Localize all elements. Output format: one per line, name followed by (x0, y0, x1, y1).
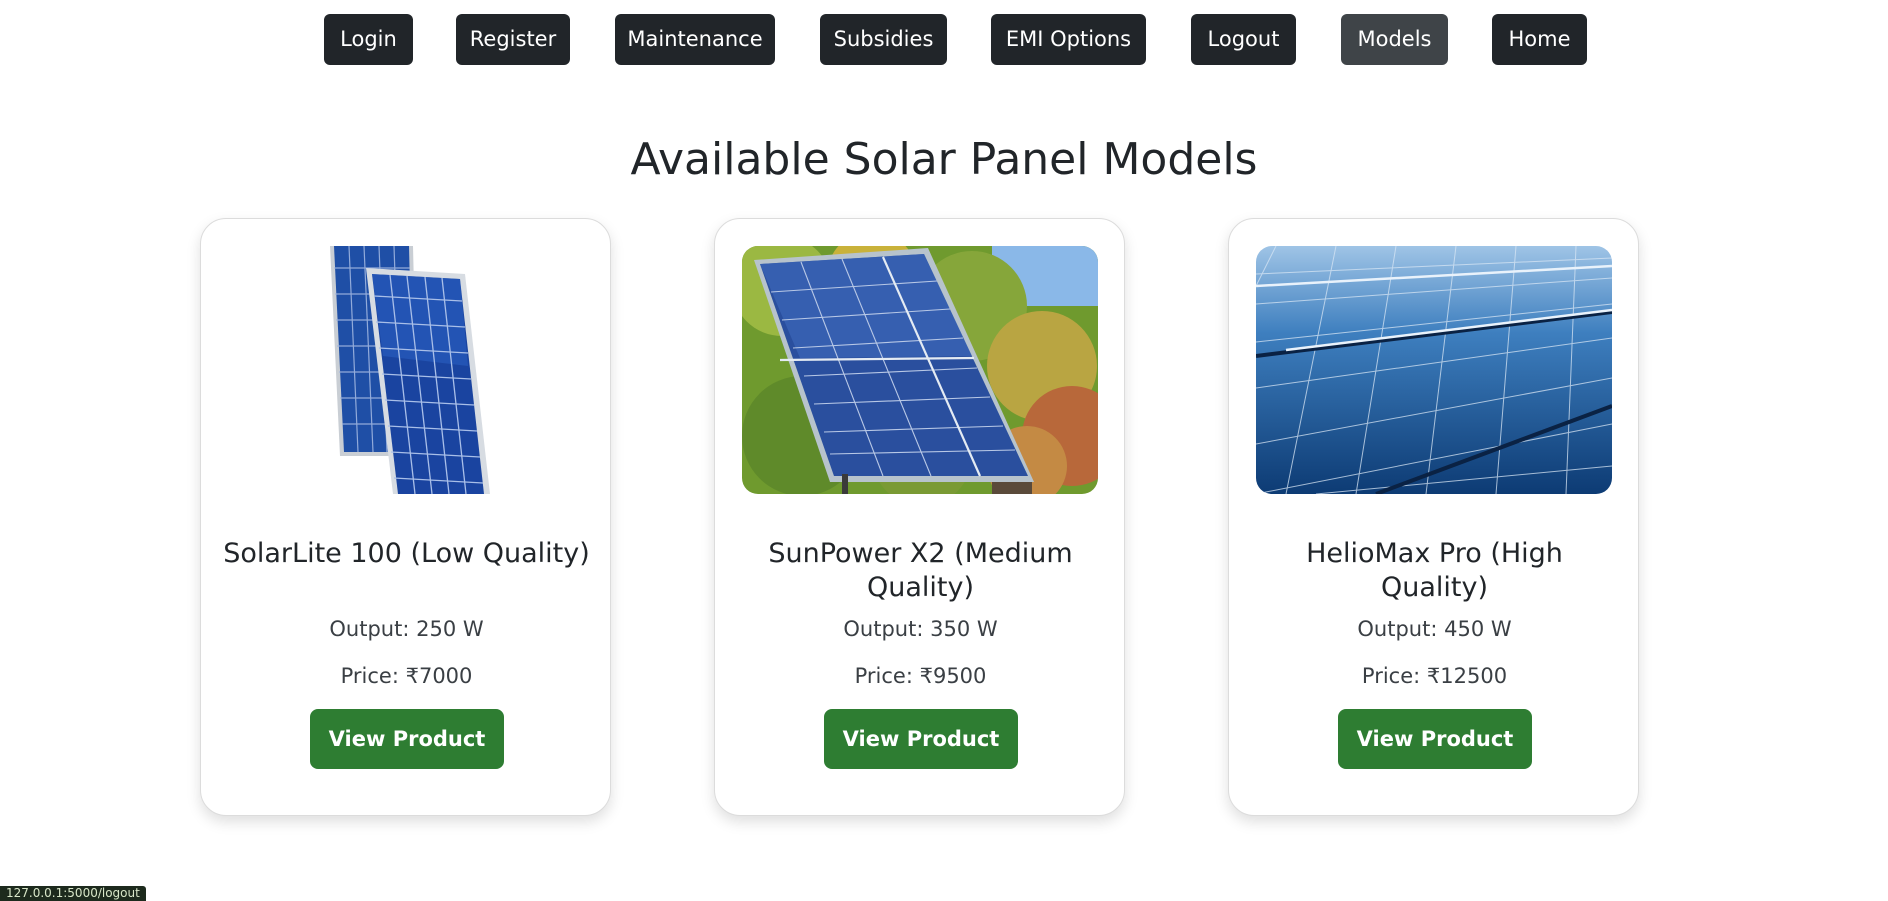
view-product-button[interactable]: View Product (824, 709, 1018, 769)
solar-panel-closeup-icon (1256, 246, 1612, 494)
solar-panel-forest-image (742, 246, 1098, 494)
nav-models-button[interactable]: Models (1341, 14, 1448, 65)
nav-register-button[interactable]: Register (456, 14, 570, 65)
nav-maintenance-button[interactable]: Maintenance (615, 14, 775, 65)
nav-subsidies-button[interactable]: Subsidies (820, 14, 947, 65)
product-price: Price: ₹9500 (715, 662, 1126, 690)
output-value: 450 W (1444, 617, 1512, 641)
nav-logout-button[interactable]: Logout (1191, 14, 1296, 65)
output-label: Output: (1357, 617, 1438, 641)
price-value: ₹7000 (405, 664, 473, 688)
top-nav: Login Register Maintenance Subsidies EMI… (0, 14, 1888, 65)
view-product-button[interactable]: View Product (1338, 709, 1532, 769)
product-output: Output: 250 W (201, 615, 612, 643)
price-value: ₹9500 (919, 664, 987, 688)
price-label: Price: (854, 664, 913, 688)
product-name: HelioMax Pro (High Quality) (1306, 538, 1563, 603)
price-label: Price: (1361, 664, 1421, 688)
product-output: Output: 450 W (1229, 615, 1640, 643)
nav-login-button[interactable]: Login (324, 14, 413, 65)
product-price: Price: ₹7000 (201, 662, 612, 690)
status-bar-url: 127.0.0.1:5000/logout (0, 886, 146, 901)
product-card: SolarLite 100 (Low Quality) Output: 250 … (200, 218, 611, 816)
output-label: Output: (843, 617, 924, 641)
solar-panel-forest-icon (742, 246, 1098, 494)
product-card: HelioMax Pro (High Quality) Output: 450 … (1228, 218, 1639, 816)
product-output: Output: 350 W (715, 615, 1126, 643)
solar-panel-closeup-image (1256, 246, 1612, 494)
price-label: Price: (340, 664, 399, 688)
output-value: 350 W (930, 617, 998, 641)
solar-panel-pair-icon (228, 246, 584, 494)
nav-emi-options-button[interactable]: EMI Options (991, 14, 1146, 65)
output-value: 250 W (416, 617, 484, 641)
product-card: SunPower X2 (Medium Quality) Output: 350… (714, 218, 1125, 816)
output-label: Output: (329, 617, 410, 641)
product-name: SolarLite 100 (Low Quality) (223, 538, 590, 569)
product-name: SunPower X2 (Medium Quality) (768, 538, 1073, 603)
view-product-button[interactable]: View Product (310, 709, 504, 769)
price-value: ₹12500 (1426, 664, 1508, 688)
solar-panel-pair-image (228, 246, 584, 494)
nav-home-button[interactable]: Home (1492, 14, 1587, 65)
page-title: Available Solar Panel Models (630, 134, 1258, 185)
product-price: Price: ₹12500 (1229, 662, 1640, 690)
